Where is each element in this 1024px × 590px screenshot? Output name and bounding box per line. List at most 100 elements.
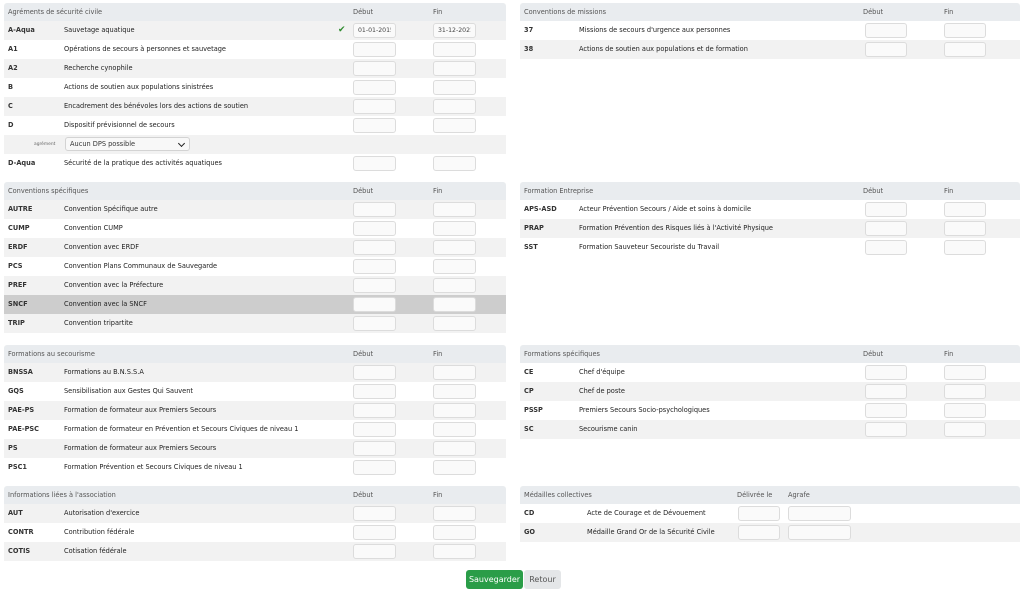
pref-start-date-input[interactable]: [353, 278, 396, 293]
go-end-date-input[interactable]: [788, 525, 851, 540]
contr-end-date-input[interactable]: [433, 525, 476, 540]
ps-end-date-input[interactable]: [433, 441, 476, 456]
trip-start-date-input[interactable]: [353, 316, 396, 331]
38-start-date-input[interactable]: [865, 42, 907, 57]
37-start-date-input[interactable]: [865, 23, 907, 38]
pae-psc-end-date-input[interactable]: [433, 422, 476, 437]
go-start-date-input[interactable]: [738, 525, 780, 540]
pcs-end-date-input[interactable]: [433, 259, 476, 274]
conventions-de-missions-panel: Conventions de missions Début Fin 37 Mission…: [520, 3, 1020, 59]
a2-start-date-input[interactable]: [353, 61, 396, 76]
row-sst: SST Formation Sauveteur Secouriste du Tra…: [520, 238, 1020, 257]
row-cd: CD Acte de Courage et de Dévouement: [520, 504, 1020, 523]
sst-end-date-input[interactable]: [944, 240, 986, 255]
row-label: Formation de formateur aux Premiers Seco…: [64, 406, 217, 414]
a1-start-date-input[interactable]: [353, 42, 396, 57]
row-a-aqua: A-Aqua Sauvetage aquatique ✔: [4, 21, 506, 40]
cp-end-date-input[interactable]: [944, 384, 986, 399]
erdf-start-date-input[interactable]: [353, 240, 396, 255]
column-header-end: Fin: [433, 491, 443, 499]
row-a1: A1 Opérations de secours à personnes et s…: [4, 40, 506, 59]
d-aqua-end-date-input[interactable]: [433, 156, 476, 171]
38-end-date-input[interactable]: [944, 42, 986, 57]
autre-end-date-input[interactable]: [433, 202, 476, 217]
d-start-date-input[interactable]: [353, 118, 396, 133]
column-header-end: Fin: [433, 187, 443, 195]
sst-start-date-input[interactable]: [865, 240, 907, 255]
row-label: Convention CUMP: [64, 224, 123, 232]
autre-start-date-input[interactable]: [353, 202, 396, 217]
erdf-end-date-input[interactable]: [433, 240, 476, 255]
contr-start-date-input[interactable]: [353, 525, 396, 540]
b-end-date-input[interactable]: [433, 80, 476, 95]
ps-start-date-input[interactable]: [353, 441, 396, 456]
row-label: Convention avec la SNCF: [64, 300, 147, 308]
row-label: Premiers Secours Socio-psychologiques: [579, 406, 710, 414]
row-trip: TRIP Convention tripartite: [4, 314, 506, 333]
dps-agrement-select[interactable]: Aucun DPS possible: [65, 137, 190, 151]
b-start-date-input[interactable]: [353, 80, 396, 95]
a1-end-date-input[interactable]: [433, 42, 476, 57]
save-button[interactable]: Sauvegarder: [466, 570, 523, 589]
a2-end-date-input[interactable]: [433, 61, 476, 76]
row-37: 37 Missions de secours d'urgence aux pers…: [520, 21, 1020, 40]
pssp-end-date-input[interactable]: [944, 403, 986, 418]
row-cp: CP Chef de poste: [520, 382, 1020, 401]
pae-ps-end-date-input[interactable]: [433, 403, 476, 418]
psc1-start-date-input[interactable]: [353, 460, 396, 475]
pssp-start-date-input[interactable]: [865, 403, 907, 418]
pae-ps-start-date-input[interactable]: [353, 403, 396, 418]
aut-start-date-input[interactable]: [353, 506, 396, 521]
trip-end-date-input[interactable]: [433, 316, 476, 331]
psc1-end-date-input[interactable]: [433, 460, 476, 475]
a-aqua-start-date-input[interactable]: [353, 23, 396, 38]
gqs-start-date-input[interactable]: [353, 384, 396, 399]
cp-start-date-input[interactable]: [865, 384, 907, 399]
sncf-start-date-input[interactable]: [353, 297, 396, 312]
bnssa-end-date-input[interactable]: [433, 365, 476, 380]
cd-start-date-input[interactable]: [738, 506, 780, 521]
pae-psc-start-date-input[interactable]: [353, 422, 396, 437]
panel-title: Formations spécifiques: [524, 350, 600, 358]
row-label: Formation Prévention des Risques liés à …: [579, 224, 773, 232]
pcs-start-date-input[interactable]: [353, 259, 396, 274]
back-button[interactable]: Retour: [524, 570, 561, 589]
conventions-sp-cifiques-panel: Conventions spécifiques Début Fin AUTRE Conv…: [4, 182, 506, 333]
row-code: PCS: [8, 262, 23, 270]
d-end-date-input[interactable]: [433, 118, 476, 133]
pref-end-date-input[interactable]: [433, 278, 476, 293]
row-label: Recherche cynophile: [64, 64, 133, 72]
formation-entreprise-panel: Formation Entreprise Début Fin APS-ASD Acteu…: [520, 182, 1020, 257]
row-label: Convention Plans Communaux de Sauvegarde: [64, 262, 218, 270]
d-aqua-start-date-input[interactable]: [353, 156, 396, 171]
37-end-date-input[interactable]: [944, 23, 986, 38]
sc-start-date-input[interactable]: [865, 422, 907, 437]
c-start-date-input[interactable]: [353, 99, 396, 114]
c-end-date-input[interactable]: [433, 99, 476, 114]
prap-start-date-input[interactable]: [865, 221, 907, 236]
bnssa-start-date-input[interactable]: [353, 365, 396, 380]
a-aqua-end-date-input[interactable]: [433, 23, 476, 38]
ce-start-date-input[interactable]: [865, 365, 907, 380]
row-code: TRIP: [8, 319, 25, 327]
prap-end-date-input[interactable]: [944, 221, 986, 236]
aut-end-date-input[interactable]: [433, 506, 476, 521]
panel-title: Formation Entreprise: [524, 187, 594, 195]
cump-start-date-input[interactable]: [353, 221, 396, 236]
aps-asd-end-date-input[interactable]: [944, 202, 986, 217]
row-code: C: [8, 102, 13, 110]
row-code: PRAP: [524, 224, 544, 232]
row-code: AUT: [8, 509, 23, 517]
cotis-end-date-input[interactable]: [433, 544, 476, 559]
gqs-end-date-input[interactable]: [433, 384, 476, 399]
sncf-end-date-input[interactable]: [433, 297, 476, 312]
cump-end-date-input[interactable]: [433, 221, 476, 236]
cotis-start-date-input[interactable]: [353, 544, 396, 559]
row-code: CE: [524, 368, 534, 376]
column-header-end: Fin: [944, 350, 954, 358]
sc-end-date-input[interactable]: [944, 422, 986, 437]
aps-asd-start-date-input[interactable]: [865, 202, 907, 217]
ce-end-date-input[interactable]: [944, 365, 986, 380]
row-psc1: PSC1 Formation Prévention et Secours Civi…: [4, 458, 506, 477]
cd-end-date-input[interactable]: [788, 506, 851, 521]
